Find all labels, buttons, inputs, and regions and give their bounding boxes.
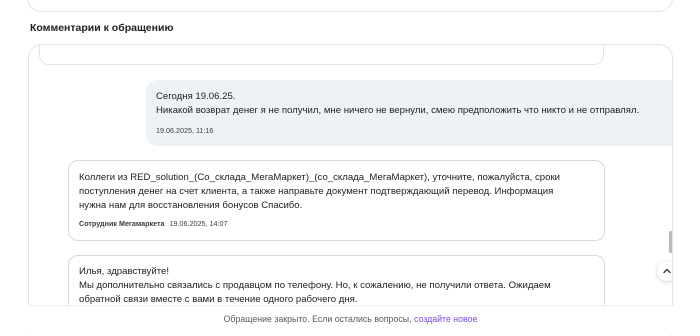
- message-line: нужна нам для восстановления бонусов Спа…: [79, 200, 303, 211]
- message-line: Илья, здравствуйте!: [79, 266, 169, 277]
- closed-notice-text: Обращение закрыто. Если остались вопросы…: [223, 314, 412, 324]
- message-line: Коллеги из RED_solution_(Со_склада_МегаМ…: [79, 172, 561, 183]
- message-line: Мы дополнительно связались с продавцом п…: [79, 280, 551, 291]
- previous-card: [27, 0, 673, 12]
- scroll-up-button[interactable]: [657, 261, 672, 281]
- message-line: Никакой возврат денег я не получил, мне …: [156, 105, 640, 116]
- previous-message: [39, 44, 604, 65]
- message-meta: Сотрудник Мегамаркета 19.06.2025, 14:07: [79, 219, 594, 228]
- avatar: [54, 44, 72, 45]
- message-line: поступления денег на счет клиента, а так…: [79, 186, 554, 197]
- create-new-link[interactable]: создайте новое: [414, 314, 477, 324]
- chevron-up-icon: [663, 268, 671, 274]
- client-message: Сегодня 19.06.25. Никакой возврат денег …: [146, 80, 672, 146]
- message-line: Сегодня 19.06.25.: [156, 91, 236, 102]
- message-author: Сотрудник Мегамаркета: [79, 219, 165, 228]
- closed-notice: Обращение закрыто. Если остались вопросы…: [28, 305, 673, 335]
- section-title: Комментарии к обращению: [30, 22, 174, 34]
- message-timestamp: 19.06.2025, 11:16: [156, 126, 214, 135]
- comments-thread: Сегодня 19.06.25. Никакой возврат денег …: [28, 44, 673, 336]
- staff-message: Коллеги из RED_solution_(Со_склада_МегаМ…: [68, 160, 605, 241]
- scrollbar-thumb[interactable]: [669, 231, 672, 253]
- message-timestamp: 19.06.2025, 14:07: [169, 219, 228, 228]
